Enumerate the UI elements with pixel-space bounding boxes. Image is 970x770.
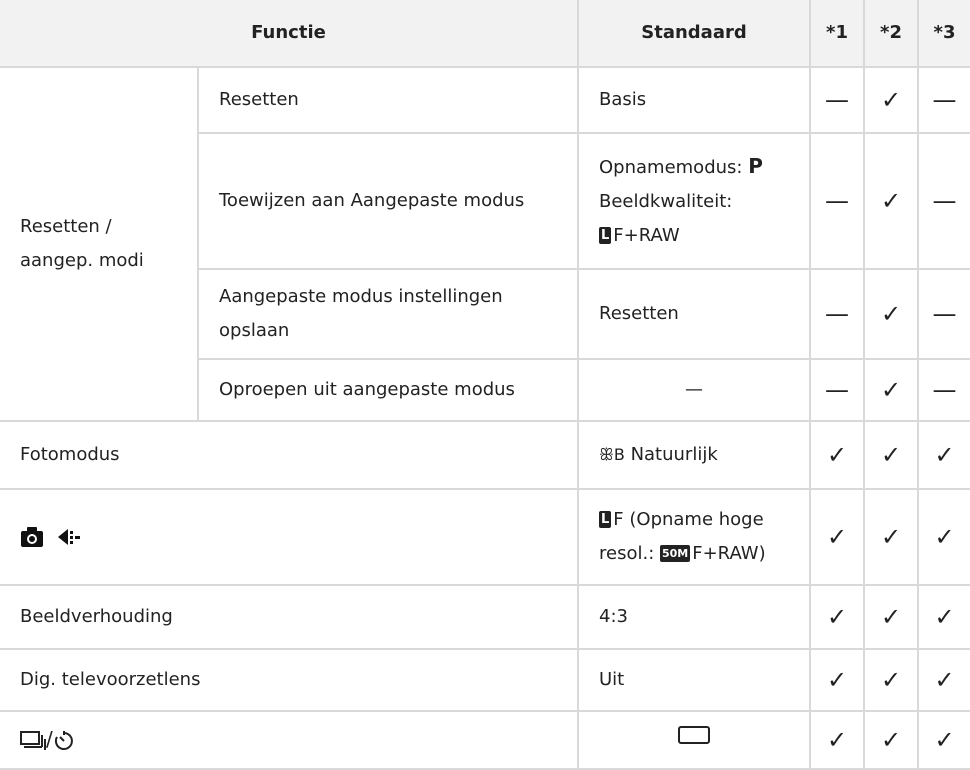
c1-mark: ✓ bbox=[809, 488, 865, 586]
c2-mark: ✓ bbox=[863, 710, 919, 770]
header-c3: *3 bbox=[917, 0, 970, 68]
c2-mark: ✓ bbox=[863, 488, 919, 586]
c2-mark: ✓ bbox=[863, 584, 919, 650]
table-row: / ✓ ✓ ✓ bbox=[0, 710, 970, 770]
c3-mark: ✓ bbox=[917, 488, 970, 586]
table-row: Dig. televoorzetlens Uit ✓ ✓ ✓ bbox=[0, 648, 970, 712]
c2-mark: ✓ bbox=[863, 132, 919, 270]
group-label: Resetten / aangep. modi bbox=[0, 66, 199, 422]
camera-icon bbox=[21, 527, 43, 547]
header-standaard: Standaard bbox=[577, 0, 811, 68]
c1-mark: ✓ bbox=[809, 648, 865, 712]
c3-mark: — bbox=[917, 358, 970, 422]
function-label: Dig. televoorzetlens bbox=[0, 648, 579, 712]
sub-function: Resetten bbox=[197, 66, 579, 134]
sub-function: Toewijzen aan Aangepaste modus bbox=[198, 132, 579, 270]
header-c1: *1 bbox=[809, 0, 865, 68]
c3-mark: — bbox=[917, 132, 970, 270]
c1-mark: — bbox=[809, 358, 865, 422]
self-timer-icon bbox=[54, 731, 73, 750]
function-label: Fotomodus bbox=[0, 420, 579, 490]
standard-value bbox=[577, 710, 811, 770]
c3-mark: ✓ bbox=[917, 420, 970, 490]
c1-mark: — bbox=[809, 132, 865, 270]
header-c2: *2 bbox=[863, 0, 919, 68]
standard-value: Resetten bbox=[577, 268, 811, 360]
c2-mark: ✓ bbox=[863, 358, 919, 422]
c3-mark: ✓ bbox=[917, 648, 970, 712]
c2-mark: ✓ bbox=[863, 648, 919, 712]
header-row: Functie Standaard *1 *2 *3 bbox=[0, 0, 970, 68]
standard-value: 4:3 bbox=[577, 584, 811, 650]
image-quality-icon bbox=[57, 529, 80, 545]
function-label: / bbox=[0, 710, 579, 770]
table-row: Beeldverhouding 4:3 ✓ ✓ ✓ bbox=[0, 584, 970, 650]
function-label: Beeldverhouding bbox=[0, 584, 579, 650]
c2-mark: ✓ bbox=[863, 420, 919, 490]
c3-mark: ✓ bbox=[917, 710, 970, 770]
c1-mark: — bbox=[809, 268, 865, 360]
c1-mark: ✓ bbox=[809, 584, 865, 650]
c1-mark: ✓ bbox=[809, 420, 865, 490]
sub-function: Aangepaste modus instellingen opslaan bbox=[198, 268, 579, 360]
standard-value: Opnamemodus: P Beeldkwaliteit: L F+RAW bbox=[577, 132, 811, 270]
c2-mark: ✓ bbox=[863, 66, 919, 134]
settings-table: Functie Standaard *1 *2 *3 Resetten / aan… bbox=[0, 0, 970, 770]
c3-mark: — bbox=[917, 268, 970, 360]
table-row: Resetten / aangep. modi Resetten Basis — … bbox=[0, 66, 970, 422]
table-row: LF (Opname hoge resol.: 50M F+RAW) ✓ ✓ ✓ bbox=[0, 488, 970, 586]
quality-badge-icon: L bbox=[599, 511, 612, 528]
c3-mark: ✓ bbox=[917, 584, 970, 650]
header-functie: Functie bbox=[0, 0, 579, 68]
single-frame-icon bbox=[678, 726, 710, 744]
c2-mark: ✓ bbox=[863, 268, 919, 360]
sequential-shooting-icon bbox=[20, 731, 46, 750]
standard-value: — bbox=[577, 358, 811, 422]
standard-value: LF (Opname hoge resol.: 50M F+RAW) bbox=[577, 488, 811, 586]
high-res-badge-icon: 50M bbox=[659, 545, 691, 562]
standard-value: ꕥB Natuurlijk bbox=[577, 420, 811, 490]
sub-function: Oproepen uit aangepaste modus bbox=[198, 358, 579, 422]
c3-mark: — bbox=[917, 66, 970, 134]
standard-value: Uit bbox=[577, 648, 811, 712]
function-label bbox=[0, 488, 579, 586]
natural-picture-mode-icon: ꕥB bbox=[599, 445, 625, 464]
c1-mark: — bbox=[809, 66, 865, 134]
standard-value: Basis bbox=[577, 66, 811, 134]
quality-badge-icon: L bbox=[599, 227, 612, 244]
table-row: Fotomodus ꕥB Natuurlijk ✓ ✓ ✓ bbox=[0, 420, 970, 490]
c1-mark: ✓ bbox=[809, 710, 865, 770]
